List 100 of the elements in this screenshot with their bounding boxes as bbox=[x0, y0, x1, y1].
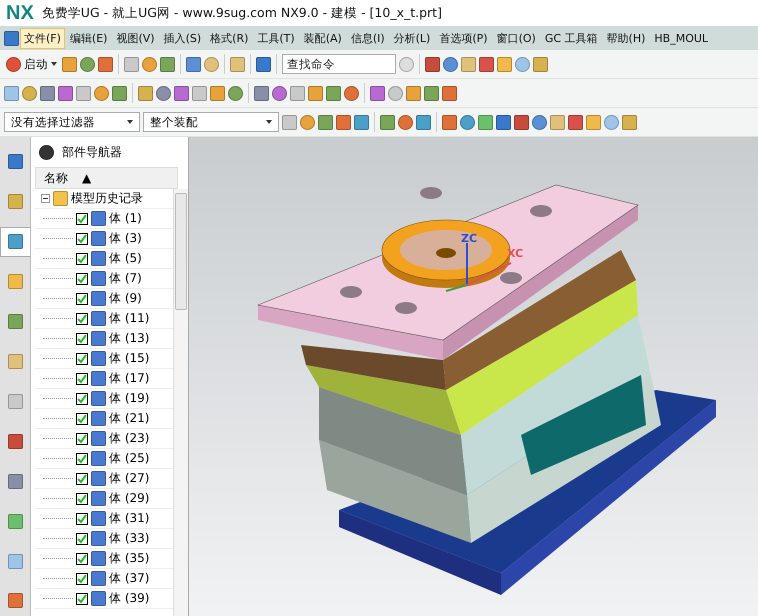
toolbar-icon[interactable] bbox=[478, 114, 493, 130]
toolbar-icon[interactable] bbox=[532, 114, 547, 130]
checkbox[interactable] bbox=[76, 432, 88, 444]
toolbar-icon[interactable] bbox=[230, 56, 245, 72]
checkbox[interactable] bbox=[76, 512, 88, 524]
tree-item[interactable]: 体 (9) bbox=[109, 290, 142, 307]
tree-item[interactable]: 体 (23) bbox=[109, 430, 150, 447]
toolbar-icon[interactable] bbox=[22, 86, 37, 100]
checkbox[interactable] bbox=[76, 212, 88, 224]
collapse-toggle[interactable] bbox=[41, 194, 50, 203]
menu-item[interactable]: 信息(I) bbox=[346, 28, 389, 48]
checkbox[interactable] bbox=[76, 532, 88, 544]
tree-item[interactable]: 体 (17) bbox=[109, 370, 150, 387]
toolbar-icon[interactable] bbox=[370, 86, 385, 100]
checkbox[interactable] bbox=[76, 492, 88, 504]
checkbox[interactable] bbox=[76, 592, 88, 604]
checkbox[interactable] bbox=[76, 252, 88, 264]
tree-item[interactable]: 体 (3) bbox=[109, 230, 142, 247]
toolbar-icon[interactable] bbox=[326, 86, 341, 100]
assembly-scope-dropdown[interactable]: 整个装配 bbox=[143, 112, 279, 132]
toolbar-icon[interactable] bbox=[112, 86, 127, 100]
checkbox[interactable] bbox=[76, 372, 88, 384]
menu-item[interactable]: 帮助(H) bbox=[602, 28, 650, 48]
toolbar-icon[interactable] bbox=[443, 56, 458, 72]
toolbar-icon[interactable] bbox=[550, 114, 565, 130]
toolbar-icon[interactable] bbox=[622, 114, 637, 130]
toolbar-icon[interactable] bbox=[496, 114, 511, 130]
tree-item[interactable]: 模型历史记录 bbox=[71, 190, 143, 207]
toolbar-icon[interactable] bbox=[479, 56, 494, 72]
menu-item[interactable]: 格式(R) bbox=[206, 28, 252, 48]
menu-item[interactable]: 文件(F) bbox=[20, 28, 65, 48]
tree-item[interactable]: 体 (15) bbox=[109, 350, 150, 367]
checkbox[interactable] bbox=[76, 572, 88, 584]
toolbar-icon[interactable] bbox=[380, 114, 395, 130]
menu-item[interactable]: 视图(V) bbox=[112, 28, 159, 48]
tree-item[interactable]: 体 (7) bbox=[109, 270, 142, 287]
checkbox[interactable] bbox=[76, 452, 88, 464]
toolbar-icon[interactable] bbox=[62, 56, 77, 72]
checkbox[interactable] bbox=[76, 292, 88, 304]
tree-item[interactable]: 体 (1) bbox=[109, 210, 142, 227]
toolbar-icon[interactable] bbox=[98, 56, 113, 72]
command-search-field[interactable]: 查找命令 bbox=[282, 54, 396, 74]
checkbox[interactable] bbox=[76, 312, 88, 324]
menu-item[interactable]: 装配(A) bbox=[300, 28, 346, 48]
selection-filter-dropdown[interactable]: 没有选择过滤器 bbox=[4, 112, 140, 132]
menu-item[interactable]: 编辑(E) bbox=[66, 28, 112, 48]
checkbox[interactable] bbox=[76, 272, 88, 284]
tree-item[interactable]: 体 (33) bbox=[109, 530, 150, 547]
tree-item[interactable]: 体 (21) bbox=[109, 410, 150, 427]
toolbar-icon[interactable] bbox=[174, 86, 189, 100]
menu-item[interactable]: 插入(S) bbox=[160, 28, 206, 48]
toolbar-icon[interactable] bbox=[497, 56, 512, 72]
toolbar-icon[interactable] bbox=[586, 114, 601, 130]
toolbar-icon[interactable] bbox=[416, 114, 431, 130]
toolbar-icon[interactable] bbox=[424, 86, 439, 100]
toolbar-icon[interactable] bbox=[256, 56, 271, 72]
app-menu-icon[interactable] bbox=[4, 30, 19, 46]
toolbar-icon[interactable] bbox=[461, 56, 476, 72]
menu-item[interactable]: 分析(L) bbox=[390, 28, 434, 48]
toolbar-icon[interactable] bbox=[533, 56, 548, 72]
checkbox[interactable] bbox=[76, 232, 88, 244]
tree-item[interactable]: 体 (27) bbox=[109, 470, 150, 487]
checkbox[interactable] bbox=[76, 552, 88, 564]
toolbar-icon[interactable] bbox=[58, 86, 73, 100]
tree-item[interactable]: 体 (31) bbox=[109, 510, 150, 527]
toolbar-icon[interactable] bbox=[80, 56, 95, 72]
toolbar-icon[interactable] bbox=[318, 114, 333, 130]
toolbar-icon[interactable] bbox=[142, 56, 157, 72]
toolbar-icon[interactable] bbox=[228, 86, 243, 100]
checkbox[interactable] bbox=[76, 332, 88, 344]
toolbar-icon[interactable] bbox=[4, 86, 19, 100]
toolbar-icon[interactable] bbox=[160, 56, 175, 72]
tree-item[interactable]: 体 (11) bbox=[109, 310, 150, 327]
start-button[interactable]: 启动 bbox=[4, 56, 59, 72]
toolbar-icon[interactable] bbox=[442, 114, 457, 130]
toolbar-icon[interactable] bbox=[514, 114, 529, 130]
checkbox[interactable] bbox=[76, 472, 88, 484]
menu-item[interactable]: GC 工具箱 bbox=[540, 28, 602, 48]
checkbox[interactable] bbox=[76, 352, 88, 364]
toolbar-icon[interactable] bbox=[354, 114, 369, 130]
toolbar-icon[interactable] bbox=[515, 56, 530, 72]
tree-item[interactable]: 体 (25) bbox=[109, 450, 150, 467]
toolbar-icon[interactable] bbox=[210, 86, 225, 100]
tree-item[interactable]: 体 (29) bbox=[109, 490, 150, 507]
navigator-tab[interactable] bbox=[0, 226, 30, 257]
toolbar-icon[interactable] bbox=[442, 86, 457, 100]
tree-item[interactable]: 体 (39) bbox=[109, 590, 150, 607]
toolbar-icon[interactable] bbox=[406, 86, 421, 100]
column-header[interactable]: 名称 bbox=[44, 170, 68, 186]
checkbox[interactable] bbox=[76, 412, 88, 424]
toolbar-icon[interactable] bbox=[344, 86, 359, 100]
toolbar-icon[interactable] bbox=[204, 56, 219, 72]
toolbar-icon[interactable] bbox=[300, 114, 315, 130]
toolbar-icon[interactable] bbox=[186, 56, 201, 72]
menu-item[interactable]: 工具(T) bbox=[253, 28, 299, 48]
toolbar-icon[interactable] bbox=[568, 114, 583, 130]
toolbar-icon[interactable] bbox=[398, 114, 413, 130]
checkbox[interactable] bbox=[76, 392, 88, 404]
pin-icon[interactable] bbox=[39, 144, 54, 160]
tree-item[interactable]: 体 (13) bbox=[109, 330, 150, 347]
